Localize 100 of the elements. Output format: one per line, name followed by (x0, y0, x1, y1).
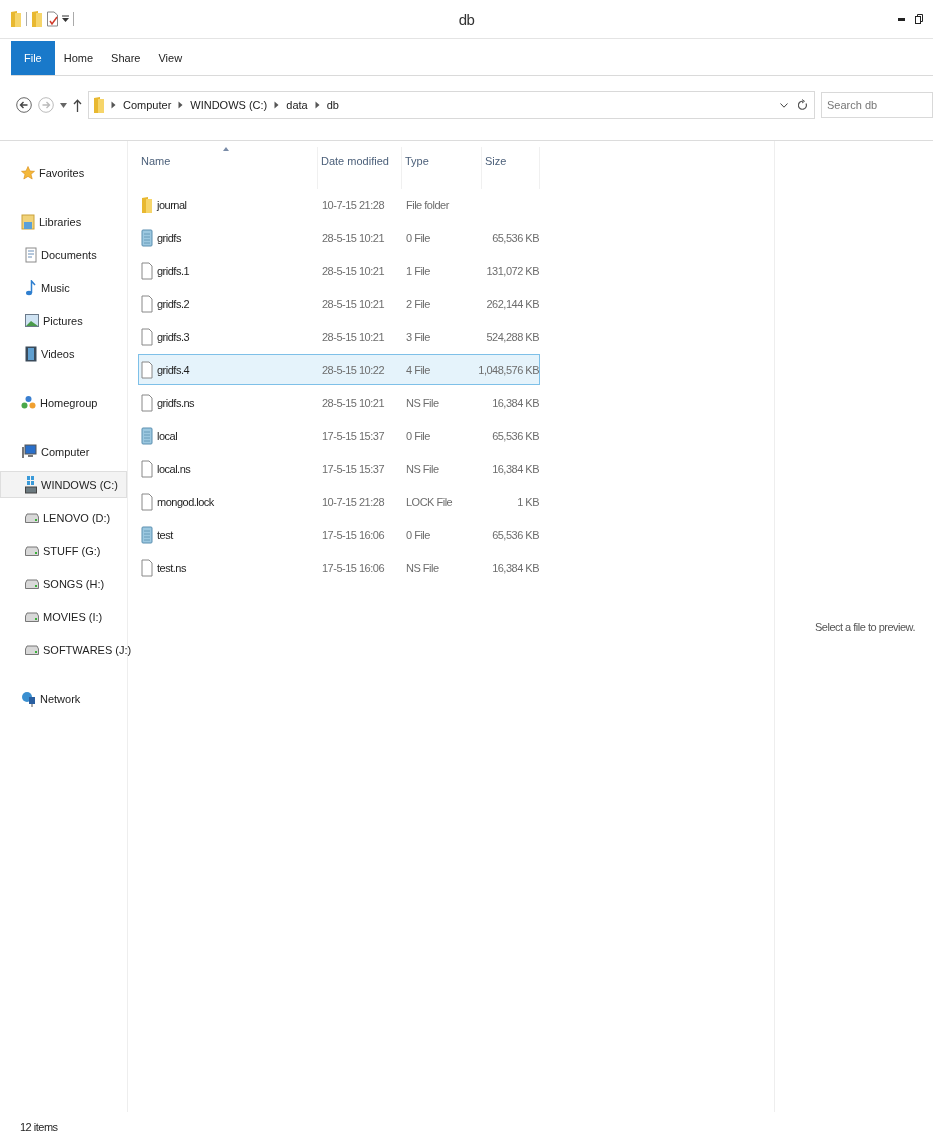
breadcrumb[interactable]: WINDOWS (C:) (189, 99, 269, 111)
dropdown-icon[interactable] (62, 15, 69, 23)
window-title: db (458, 10, 475, 28)
file-name[interactable]: test (157, 528, 173, 541)
file-name[interactable]: journal (157, 198, 187, 211)
folder-icon (31, 10, 43, 28)
type-cell: 0 File (406, 429, 430, 442)
up-button[interactable] (73, 98, 82, 112)
size-cell: 65,536 KB (492, 429, 539, 442)
sidebar-item[interactable]: Computer (0, 438, 127, 465)
search-field[interactable]: Search db (821, 92, 933, 118)
breadcrumb[interactable]: data (285, 99, 309, 111)
date-cell: 28-5-15 10:21 (322, 297, 384, 310)
sidebar-item[interactable]: Documents (0, 241, 127, 268)
drive-icon (25, 611, 39, 622)
sidebar-item[interactable]: Pictures (0, 307, 127, 334)
date-cell: 28-5-15 10:21 (322, 330, 384, 343)
folder-icon (93, 96, 105, 114)
column-header[interactable]: Type (402, 147, 482, 189)
address-bar[interactable]: Computer WINDOWS (C:) data db (88, 91, 815, 119)
breadcrumb[interactable]: Computer (122, 99, 173, 111)
restore-icon[interactable] (915, 14, 923, 24)
size-cell: 65,536 KB (492, 231, 539, 244)
network-icon (21, 690, 36, 707)
date-cell: 28-5-15 10:21 (322, 231, 384, 244)
date-cell: 28-5-15 10:21 (322, 264, 384, 277)
type-cell: File folder (406, 198, 449, 211)
minimize-icon[interactable] (898, 17, 905, 21)
column-header[interactable]: Size (482, 147, 540, 189)
type-cell: 2 File (406, 297, 430, 310)
size-cell: 524,288 KB (486, 330, 539, 343)
ribbon-tab[interactable]: View (149, 41, 192, 75)
size-cell: 16,384 KB (492, 462, 539, 475)
size-cell: 1 KB (517, 495, 539, 508)
size-cell: 16,384 KB (492, 396, 539, 409)
file-name[interactable]: gridfs.1 (157, 264, 190, 277)
sidebar-item[interactable]: Music (0, 274, 127, 301)
drive-icon (25, 512, 39, 523)
homegroup-icon (21, 395, 36, 410)
type-cell: LOCK File (406, 495, 453, 508)
size-cell: 131,072 KB (486, 264, 539, 277)
recent-locations-button[interactable] (60, 102, 67, 108)
file-icon (141, 327, 153, 346)
sidebar-item[interactable]: Favorites (0, 159, 127, 186)
ribbon-tab[interactable]: Share (102, 41, 150, 75)
file-icon (141, 558, 153, 577)
star-icon (21, 165, 35, 180)
file-name[interactable]: mongod.lock (157, 495, 214, 508)
sidebar-item[interactable]: Network (0, 685, 127, 712)
sidebar-item[interactable]: MOVIES (I:) (0, 603, 127, 630)
drive-icon (25, 578, 39, 589)
sidebar-item[interactable]: Libraries (0, 208, 127, 235)
sidebar-item[interactable]: STUFF (G:) (0, 537, 127, 564)
file-name[interactable]: gridfs.2 (157, 297, 190, 310)
file-name[interactable]: gridfs.3 (157, 330, 190, 343)
date-cell: 17-5-15 16:06 (322, 528, 384, 541)
document-icon (25, 246, 37, 263)
file-name[interactable]: test.ns (157, 561, 186, 574)
column-header[interactable]: Date modified (318, 147, 402, 189)
size-cell: 262,144 KB (486, 297, 539, 310)
file-icon (141, 492, 153, 511)
dropdown-icon[interactable] (780, 102, 788, 108)
sidebar-item[interactable]: LENOVO (D:) (0, 504, 127, 531)
picture-icon (25, 314, 39, 327)
type-cell: NS File (406, 561, 439, 574)
file-icon (141, 360, 153, 379)
file-name[interactable]: local (157, 429, 178, 442)
size-cell: 65,536 KB (492, 528, 539, 541)
back-button[interactable] (16, 97, 32, 113)
date-cell: 17-5-15 15:37 (322, 429, 384, 442)
size-cell: 16,384 KB (492, 561, 539, 574)
type-cell: 1 File (406, 264, 430, 277)
notepad-icon (141, 525, 153, 544)
type-cell: 0 File (406, 231, 430, 244)
date-cell: 10-7-15 21:28 (322, 198, 384, 211)
file-name[interactable]: gridfs.ns (157, 396, 195, 409)
chevron-icon (178, 101, 184, 109)
file-menu-button[interactable]: File (11, 41, 55, 75)
chevron-icon (314, 101, 320, 109)
column-header[interactable]: Name (138, 147, 318, 189)
type-cell: NS File (406, 396, 439, 409)
type-cell: 0 File (406, 528, 430, 541)
date-cell: 28-5-15 10:22 (322, 363, 384, 376)
type-cell: 3 File (406, 330, 430, 343)
file-name[interactable]: gridfs (157, 231, 181, 244)
windows-drive-icon (25, 475, 37, 494)
breadcrumb[interactable]: db (325, 99, 340, 111)
sidebar-item[interactable]: SONGS (H:) (0, 570, 127, 597)
sidebar-item[interactable]: WINDOWS (C:) (0, 471, 127, 498)
file-name[interactable]: gridfs.4 (157, 363, 190, 376)
computer-icon (21, 444, 37, 459)
ribbon-tab[interactable]: Home (54, 41, 103, 75)
sidebar-item[interactable]: Homegroup (0, 389, 127, 416)
refresh-icon[interactable] (798, 99, 808, 111)
properties-icon[interactable] (47, 11, 58, 27)
file-name[interactable]: local.ns (157, 462, 191, 475)
sidebar-item[interactable]: Videos (0, 340, 127, 367)
type-cell: 4 File (406, 363, 430, 376)
sort-arrow-icon (223, 147, 229, 151)
chevron-icon (274, 101, 280, 109)
